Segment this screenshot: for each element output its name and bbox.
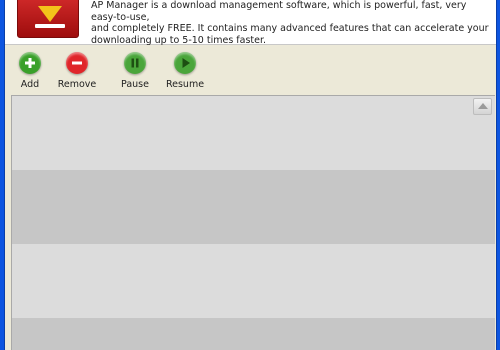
pause-label: Pause <box>121 79 149 90</box>
add-label: Add <box>20 79 40 90</box>
list-item[interactable] <box>12 170 495 244</box>
download-logo-icon <box>17 0 79 38</box>
plus-icon <box>19 52 41 74</box>
app-description: AP Manager is a download management soft… <box>91 0 491 46</box>
scroll-up-button[interactable] <box>473 98 492 115</box>
minus-icon <box>66 52 88 74</box>
add-button[interactable]: Add <box>5 52 55 94</box>
toolbar: Add Remove Pause Resume <box>5 45 497 95</box>
chevron-up-icon <box>478 103 488 109</box>
resume-button[interactable]: Resume <box>160 52 210 94</box>
description-line: AP Manager is a download management soft… <box>91 0 467 23</box>
window-frame-right <box>496 0 500 350</box>
header-panel: AP Manager is a download management soft… <box>5 0 497 46</box>
list-item[interactable] <box>12 244 495 318</box>
pause-button[interactable]: Pause <box>110 52 160 94</box>
resume-label: Resume <box>165 79 205 90</box>
remove-label: Remove <box>57 79 97 90</box>
description-line: and completely FREE. It contains many ad… <box>91 23 489 34</box>
pause-icon <box>124 52 146 74</box>
remove-button[interactable]: Remove <box>52 52 102 94</box>
list-item[interactable] <box>12 96 495 170</box>
list-item[interactable] <box>12 318 495 350</box>
play-icon <box>174 52 196 74</box>
download-list[interactable] <box>11 95 495 350</box>
